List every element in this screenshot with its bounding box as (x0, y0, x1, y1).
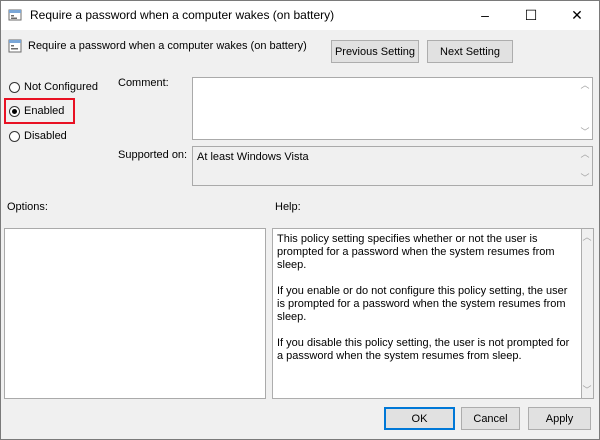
comment-label: Comment: (118, 77, 169, 89)
close-icon: ✕ (571, 6, 583, 23)
scroll-down-icon[interactable]: ﹀ (582, 385, 592, 395)
radio-enabled[interactable]: Enabled (9, 105, 64, 117)
options-label: Options: (7, 201, 48, 213)
next-setting-button[interactable]: Next Setting (427, 40, 513, 63)
apply-button[interactable]: Apply (528, 407, 591, 430)
radio-label: Enabled (24, 105, 65, 117)
comment-textarea[interactable]: ︿ ﹀ (192, 77, 593, 140)
supported-on-value: At least Windows Vista (197, 151, 309, 163)
radio-selected-dot (12, 108, 17, 114)
previous-setting-button[interactable]: Previous Setting (331, 40, 419, 63)
help-paragraph: If you enable or do not configure this p… (277, 285, 568, 323)
radio-label: Not Configured (24, 81, 98, 93)
help-scrollbar[interactable]: ︿ ﹀ (582, 228, 594, 399)
scroll-up-icon[interactable]: ︿ (580, 149, 590, 159)
window-title: Require a password when a computer wakes… (30, 8, 335, 22)
policy-setting-icon (8, 39, 22, 53)
radio-label: Disabled (24, 130, 67, 142)
help-label: Help: (275, 201, 301, 213)
supported-on-label: Supported on: (118, 149, 188, 161)
help-paragraph: This policy setting specifies whether or… (277, 233, 555, 271)
options-pane (4, 228, 266, 399)
help-text: This policy setting specifies whether or… (277, 233, 573, 376)
ok-button[interactable]: OK (384, 407, 455, 430)
close-button[interactable]: ✕ (554, 0, 600, 30)
scroll-down-icon[interactable]: ﹀ (580, 127, 590, 137)
title-bar[interactable]: Require a password when a computer wakes… (0, 0, 600, 30)
policy-name: Require a password when a computer wakes… (28, 40, 307, 52)
radio-not-configured[interactable]: Not Configured (9, 81, 98, 93)
maximize-icon: ☐ (524, 6, 538, 23)
policy-window-icon (8, 9, 22, 21)
radio-disabled[interactable]: Disabled (9, 130, 67, 142)
minimize-button[interactable]: – (462, 0, 508, 30)
radio-circle[interactable] (9, 81, 20, 93)
scroll-up-icon[interactable]: ︿ (580, 80, 590, 90)
supported-on-field: At least Windows Vista ︿ ﹀ (192, 146, 593, 186)
minimize-icon: – (481, 7, 489, 23)
scroll-up-icon[interactable]: ︿ (582, 232, 592, 242)
radio-circle[interactable] (9, 130, 20, 142)
scroll-down-icon[interactable]: ﹀ (580, 173, 590, 183)
maximize-button[interactable]: ☐ (508, 0, 554, 30)
cancel-button[interactable]: Cancel (461, 407, 520, 430)
help-paragraph: If you disable this policy setting, the … (277, 337, 570, 362)
radio-circle[interactable] (9, 105, 20, 117)
